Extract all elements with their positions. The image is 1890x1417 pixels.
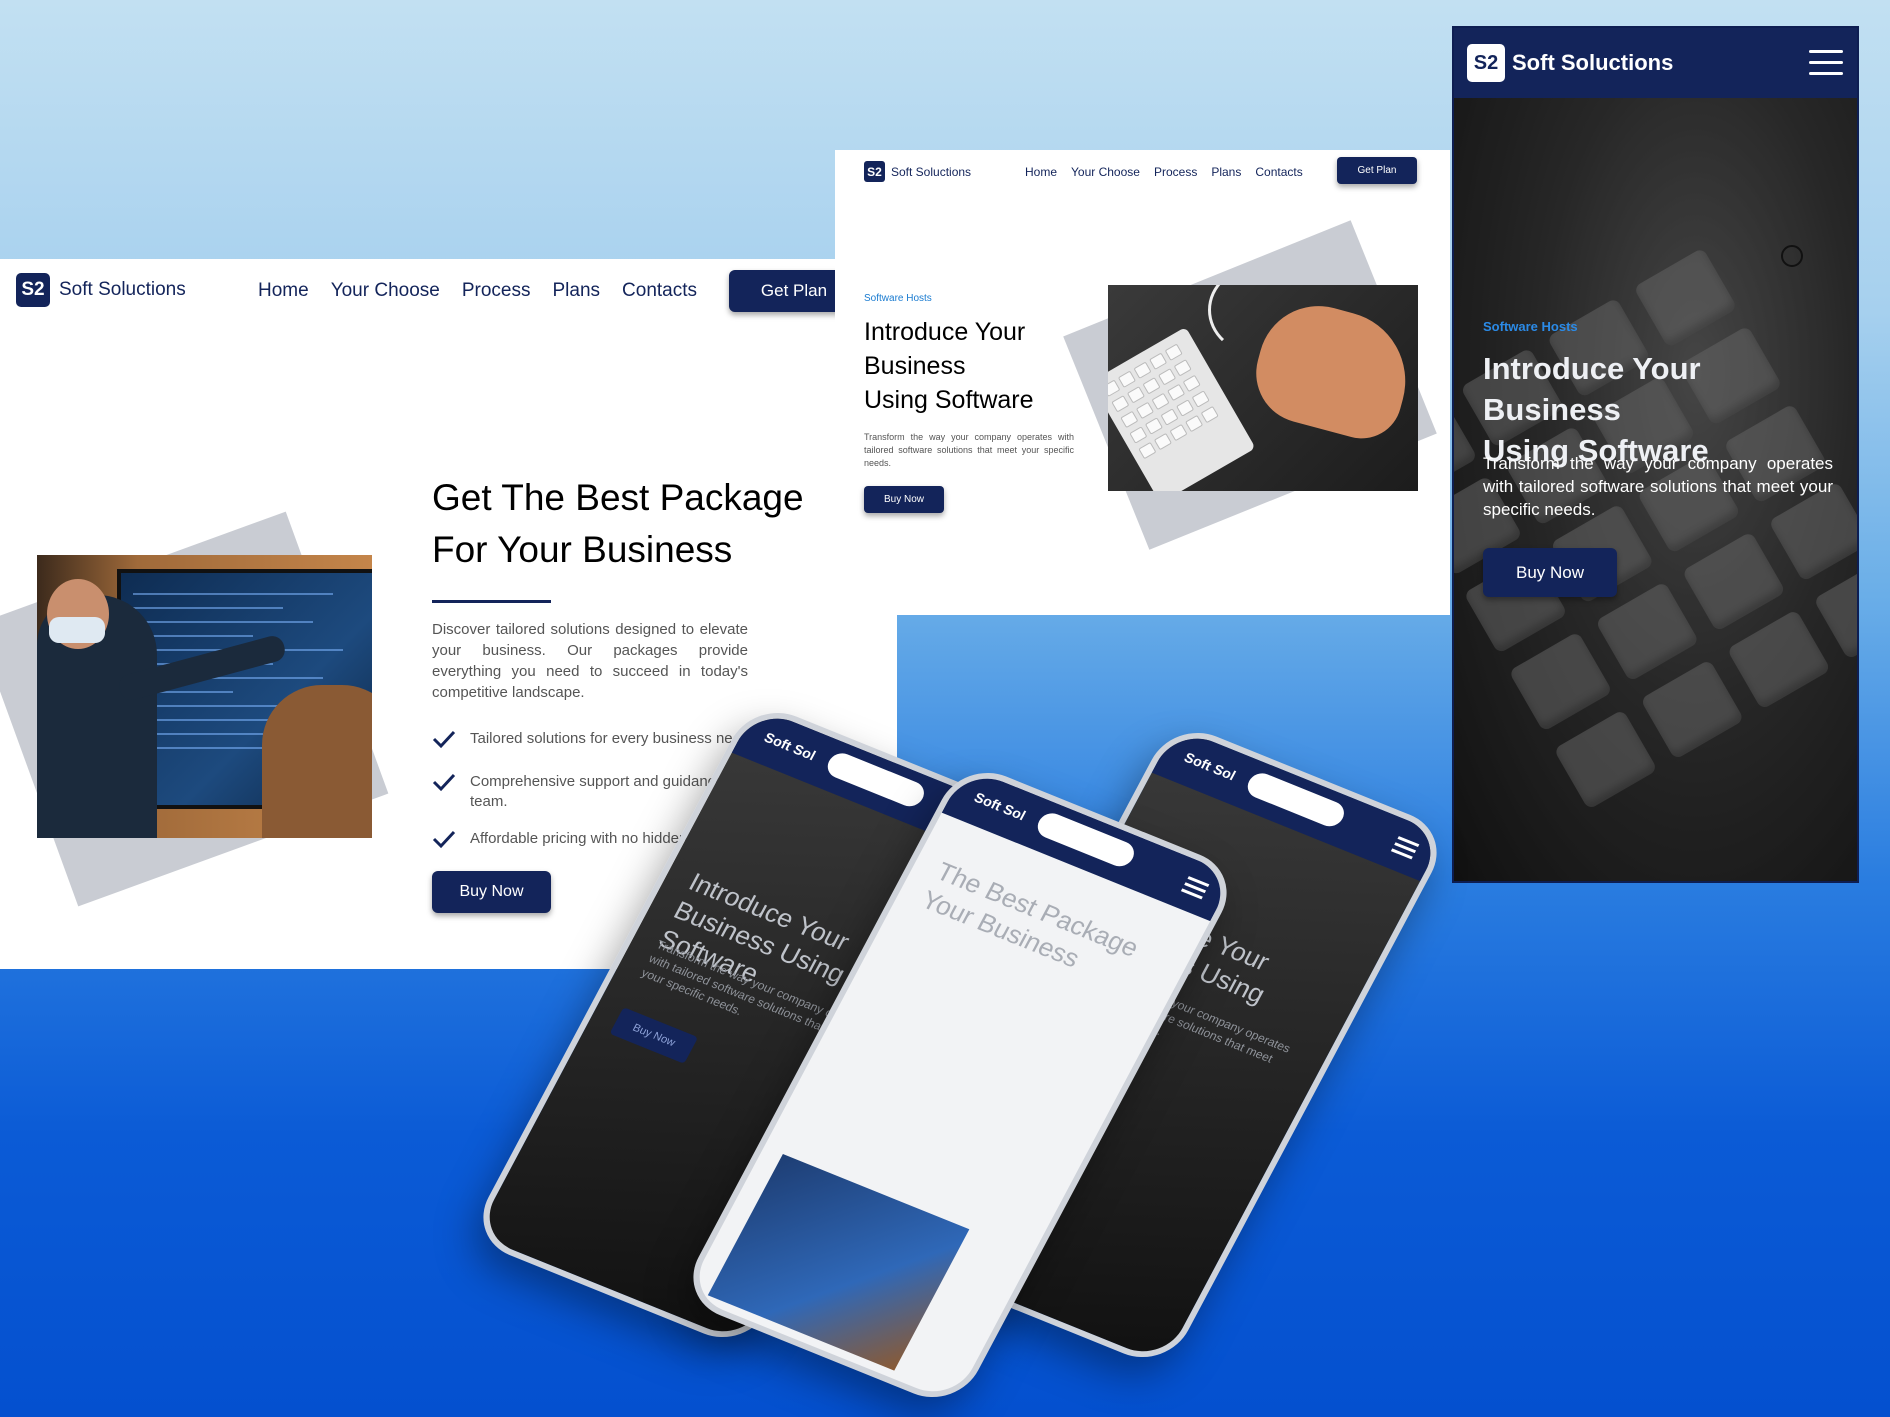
nav-your-choose[interactable]: Your Choose (1071, 165, 1140, 179)
section-kicker: Software Hosts (864, 293, 932, 304)
hero-headline: Introduce Your Business Using Software (864, 318, 1034, 414)
logo-mark: S2 (1467, 44, 1505, 82)
mobile-mockup: S2 Soft Soluctions Software Hosts Introd… (1452, 26, 1859, 883)
brand-logo[interactable]: S2 Soft Soluctions (1467, 44, 1673, 82)
photo-keyboard (1108, 326, 1256, 491)
nav-process[interactable]: Process (1154, 165, 1197, 179)
phone-buy-button[interactable]: Buy Now (609, 1007, 699, 1064)
nav-home[interactable]: Home (258, 280, 309, 302)
keyboard-photo (1108, 285, 1418, 491)
nav-process[interactable]: Process (462, 280, 531, 302)
hero-description: Transform the way your company operates … (1483, 454, 1833, 519)
check-icon (432, 830, 456, 849)
logo-mark: S2 (16, 273, 50, 307)
buy-now-button[interactable]: Buy Now (1483, 548, 1617, 597)
hero-headline-line-1: Get The Best Package (432, 477, 804, 518)
get-plan-button[interactable]: Get Plan (729, 270, 835, 312)
nav-plans[interactable]: Plans (1211, 165, 1241, 179)
feature-text: Affordable pricing with no hidden fe (470, 830, 705, 847)
buy-now-button[interactable]: Buy Now (864, 486, 944, 513)
hero-headline-line-2: For Your Business (432, 529, 733, 570)
presenter-mask (49, 617, 105, 643)
presentation-photo (37, 555, 372, 838)
nav-plans[interactable]: Plans (553, 280, 601, 302)
headline-underline (432, 600, 551, 603)
audience-figure (262, 685, 372, 838)
brand-name: Soft Soluctions (59, 279, 186, 300)
check-icon (432, 730, 456, 749)
nav-contacts[interactable]: Contacts (1255, 165, 1302, 179)
get-plan-button[interactable]: Get Plan (1337, 157, 1417, 184)
phone-photo (707, 1153, 970, 1371)
brand-logo[interactable]: S2 Soft Soluctions (864, 161, 971, 182)
tablet-mockup: S2 Soft Soluctions Home Your Choose Proc… (835, 150, 1450, 615)
hero-description: Discover tailored solutions designed to … (432, 621, 748, 701)
nav-home[interactable]: Home (1025, 165, 1057, 179)
check-icon (432, 773, 456, 792)
brand-name: Soft Soluctions (891, 164, 972, 179)
nav-your-choose[interactable]: Your Choose (331, 280, 440, 302)
hamburger-menu-icon[interactable] (1809, 50, 1843, 76)
cursor-ring (1781, 245, 1803, 267)
buy-now-button[interactable]: Buy Now (432, 871, 551, 913)
brand-name: Soft Soluctions (1512, 50, 1674, 75)
section-kicker: Software Hosts (1483, 319, 1578, 334)
feature-text: Tailored solutions for every business ne… (470, 730, 754, 747)
nav-contacts[interactable]: Contacts (622, 280, 697, 302)
brand-logo[interactable]: S2 Soft Soluctions (16, 273, 186, 307)
hero-headline: Get The Best Package For Your Business (432, 472, 835, 576)
hero-description: Transform the way your company operates … (864, 432, 1074, 468)
logo-mark: S2 (864, 161, 885, 182)
main-nav: Home Your Choose Process Plans Contacts (1025, 165, 1303, 179)
main-nav: Home Your Choose Process Plans Contacts (258, 280, 697, 302)
